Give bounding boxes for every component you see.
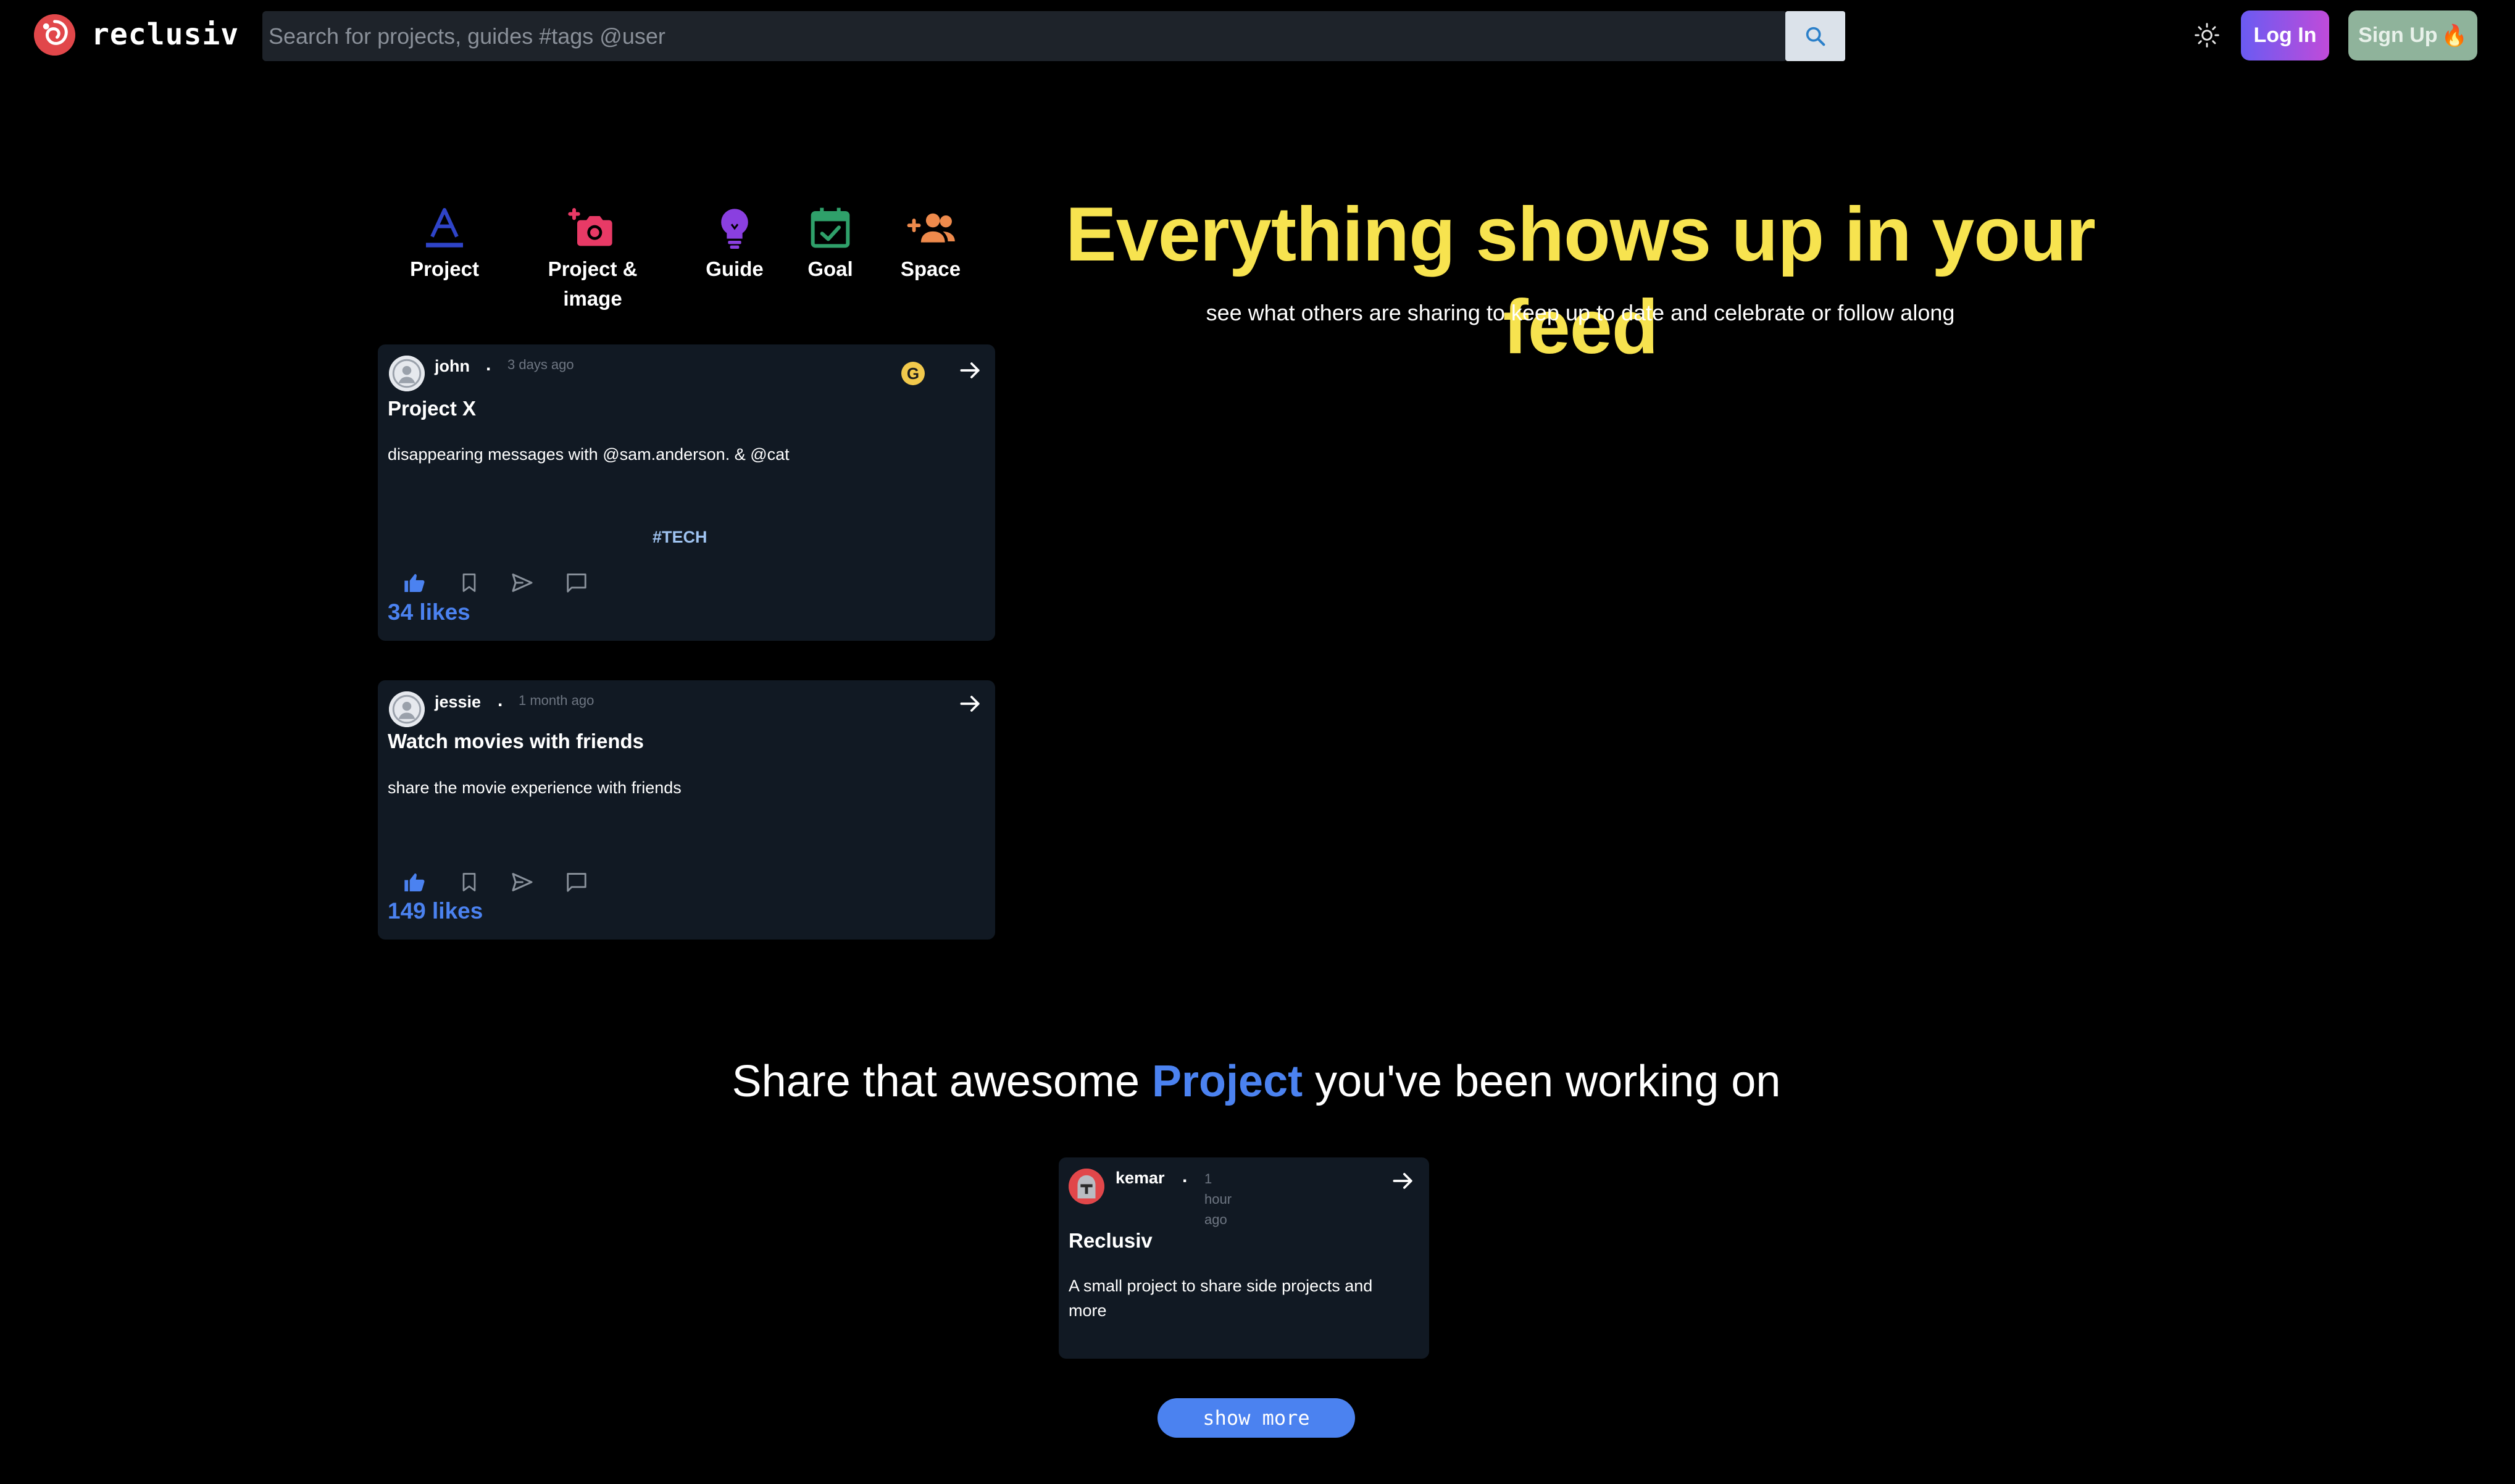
avatar[interactable]	[1069, 1169, 1104, 1204]
post-time: 1 hour ago	[1204, 1171, 1232, 1227]
share-heading: Share that awesome Project you've been w…	[370, 1051, 2142, 1112]
separator-dot: .	[1182, 1166, 1188, 1186]
open-post-button[interactable]	[957, 357, 984, 387]
group-add-icon	[907, 213, 955, 243]
thumbs-up-icon	[404, 873, 425, 891]
bookmark-button[interactable]	[454, 568, 484, 598]
brand-name[interactable]: reclusiv	[91, 16, 239, 53]
send-icon	[512, 873, 533, 891]
open-post-button[interactable]	[957, 690, 984, 720]
post-description: share the movie experience with friends	[388, 778, 682, 797]
arrow-right-icon	[1393, 1173, 1412, 1189]
bookmark-button[interactable]	[454, 867, 484, 897]
post-type-label: Goal	[807, 257, 853, 280]
hero-subtitle: see what others are sharing to keep up t…	[1206, 300, 1955, 325]
like-count[interactable]: 34 likes	[388, 599, 470, 625]
post-description: disappearing messages with @sam.anderson…	[388, 445, 790, 464]
swirl-logo-icon	[34, 14, 75, 56]
thumbs-up-icon	[404, 573, 425, 592]
search-button[interactable]	[1785, 11, 1845, 61]
search-bar[interactable]	[262, 11, 1787, 61]
feed-card[interactable]: jessie . 1 month ago Watch movies with f…	[378, 680, 995, 940]
post-type-label: Project & image	[548, 257, 638, 310]
username[interactable]: kemar	[1116, 1169, 1165, 1188]
login-button[interactable]: Log In	[2241, 10, 2329, 60]
post-title[interactable]: Project X	[388, 397, 476, 420]
avatar[interactable]	[389, 356, 425, 391]
sun-icon	[2195, 23, 2219, 48]
helmet-avatar-icon	[1069, 1169, 1104, 1204]
share-heading-highlight: Project	[1152, 1057, 1303, 1106]
post-type-label: Space	[900, 257, 961, 280]
like-button[interactable]	[400, 867, 430, 897]
bookmark-icon	[462, 873, 476, 891]
username[interactable]: jessie	[435, 693, 481, 712]
fire-icon: 🔥	[2441, 23, 2467, 48]
post-type-project-image[interactable]: Project & image	[537, 204, 648, 314]
hero-title: Everything shows up in your feed	[1066, 192, 2096, 370]
show-more-button[interactable]: show more	[1157, 1398, 1355, 1438]
post-type-goal[interactable]: Goal	[790, 204, 870, 284]
share-button[interactable]	[507, 568, 537, 598]
separator-dot: .	[498, 690, 503, 711]
comment-button[interactable]	[562, 867, 591, 897]
camera-plus-icon	[568, 208, 612, 246]
send-icon	[512, 573, 533, 592]
feed-card[interactable]: john . 3 days ago G Project X disappeari…	[378, 344, 995, 641]
username[interactable]: john	[435, 357, 470, 376]
share-heading-prefix: Share that awesome	[732, 1057, 1140, 1106]
post-title[interactable]: Watch movies with friends	[388, 730, 644, 753]
calendar-check-icon	[811, 207, 850, 248]
post-type-space[interactable]: Space	[883, 204, 978, 284]
search-icon	[1806, 27, 1825, 46]
signup-button[interactable]: Sign Up 🔥	[2348, 10, 2477, 60]
user-placeholder-icon	[389, 691, 425, 727]
separator-dot: .	[486, 354, 491, 375]
group-badge[interactable]: G	[901, 362, 925, 385]
text-a-icon	[426, 208, 463, 248]
post-time: 1 month ago	[519, 693, 594, 708]
post-title[interactable]: Reclusiv	[1069, 1229, 1153, 1253]
project-card[interactable]: kemar . 1 hour ago Reclusiv A small proj…	[1059, 1157, 1429, 1359]
post-time: 3 days ago	[507, 357, 574, 372]
search-input[interactable]	[269, 11, 1781, 61]
lightbulb-icon	[721, 209, 748, 249]
like-button[interactable]	[400, 568, 430, 598]
comment-icon	[567, 573, 586, 593]
post-type-label: Guide	[706, 257, 764, 280]
avatar[interactable]	[389, 691, 425, 727]
user-placeholder-icon	[389, 356, 425, 391]
brand-logo[interactable]	[34, 14, 75, 56]
arrow-right-icon	[960, 696, 980, 712]
bookmark-icon	[462, 573, 476, 592]
arrow-right-icon	[960, 362, 980, 378]
share-button[interactable]	[507, 867, 537, 897]
post-type-guide[interactable]: Guide	[691, 204, 778, 284]
share-heading-suffix: you've been working on	[1315, 1057, 1781, 1106]
comment-icon	[567, 873, 586, 892]
post-tag[interactable]: #TECH	[653, 528, 707, 547]
open-post-button[interactable]	[1390, 1167, 1417, 1198]
theme-toggle[interactable]	[2192, 20, 2222, 51]
post-type-label: Project	[410, 257, 479, 280]
like-count[interactable]: 149 likes	[388, 898, 483, 924]
comment-button[interactable]	[562, 568, 591, 598]
post-description: A small project to share side projects a…	[1069, 1277, 1373, 1320]
post-type-project[interactable]: Project	[395, 204, 494, 284]
signup-label: Sign Up	[2358, 23, 2438, 47]
